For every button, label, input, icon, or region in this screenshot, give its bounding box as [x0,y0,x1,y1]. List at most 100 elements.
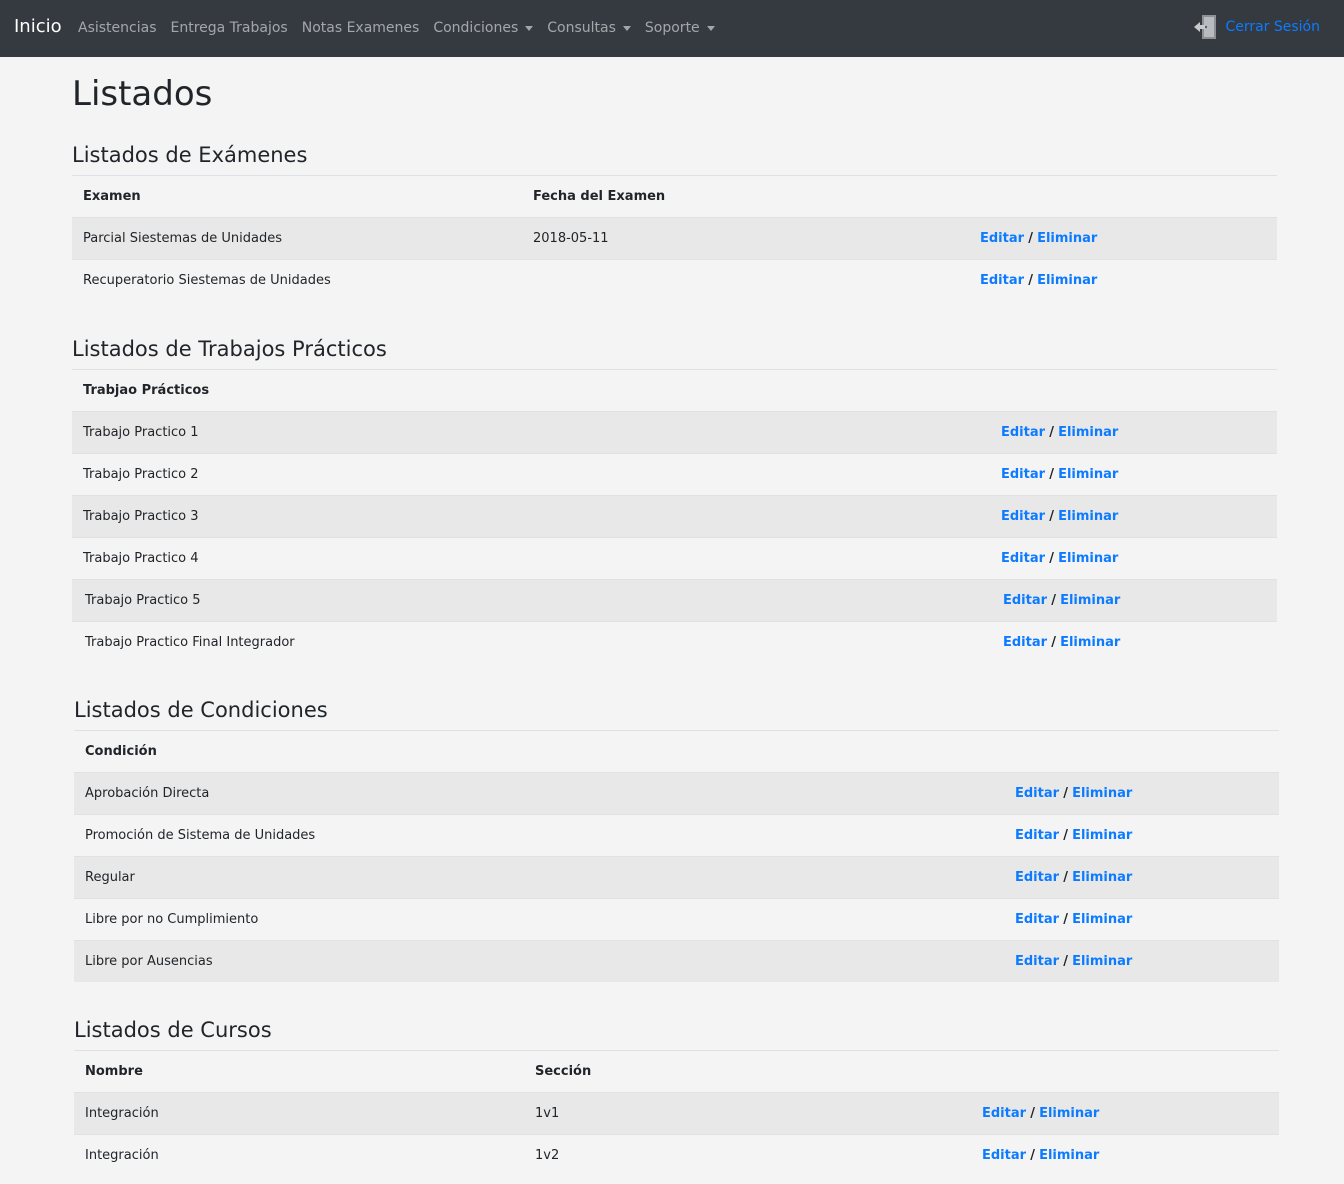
row-actions: Editar / Eliminar [982,1135,1099,1177]
edit-link[interactable]: Editar [1003,635,1047,650]
delete-link[interactable]: Eliminar [1039,1148,1099,1163]
actions-separator: / [1030,1106,1035,1121]
table-row: Libre por no Cumplimiento Editar / Elimi… [74,899,1279,941]
row-actions: Editar / Eliminar [1001,454,1118,496]
edit-link[interactable]: Editar [1003,593,1047,608]
edit-link[interactable]: Editar [1015,870,1059,885]
table-row: Trabajo Practico 3 Editar / Eliminar [72,496,1277,538]
section-title-trabajos: Listados de Trabajos Prácticos [72,337,387,361]
nav-dropdown-condiciones[interactable]: Condiciones [433,18,534,38]
table-condiciones: Condición Aprobación Directa Editar / El… [74,730,1279,982]
edit-link[interactable]: Editar [980,231,1024,246]
delete-link[interactable]: Eliminar [1058,425,1118,440]
delete-link[interactable]: Eliminar [1072,954,1132,969]
delete-link[interactable]: Eliminar [1039,1106,1099,1121]
edit-link[interactable]: Editar [1015,954,1059,969]
edit-link[interactable]: Editar [982,1148,1026,1163]
cell-trabajo: Trabajo Practico 1 [83,425,199,440]
delete-link[interactable]: Eliminar [1058,509,1118,524]
edit-link[interactable]: Editar [982,1106,1026,1121]
section-title-examenes: Listados de Exámenes [72,143,308,167]
column-header-nombre: Nombre [85,1064,143,1079]
edit-link[interactable]: Editar [1015,912,1059,927]
table-row: Trabajo Practico 1 Editar / Eliminar [72,412,1277,454]
actions-separator: / [1051,593,1056,608]
actions-separator: / [1049,425,1054,440]
delete-link[interactable]: Eliminar [1058,551,1118,566]
actions-separator: / [1028,231,1033,246]
row-actions: Editar / Eliminar [1001,412,1118,454]
delete-link[interactable]: Eliminar [1037,273,1097,288]
nav-dropdown-consultas[interactable]: Consultas [547,18,631,38]
edit-link[interactable]: Editar [1001,551,1045,566]
edit-link[interactable]: Editar [1015,786,1059,801]
edit-link[interactable]: Editar [1001,509,1045,524]
table-trabajos: Trabjao Prácticos Trabajo Practico 1 Edi… [72,369,1277,663]
cell-condicion: Libre por no Cumplimiento [85,912,259,927]
cell-trabajo: Trabajo Practico Final Integrador [85,635,295,650]
delete-link[interactable]: Eliminar [1058,467,1118,482]
cell-condicion: Aprobación Directa [85,786,210,801]
section-title-condiciones: Listados de Condiciones [74,698,328,722]
top-navbar: Inicio Asistencias Entrega Trabajos Nota… [0,0,1344,57]
cell-trabajo: Trabajo Practico 4 [83,551,199,566]
edit-link[interactable]: Editar [1015,828,1059,843]
table-row: Trabajo Practico Final Integrador Editar… [72,622,1277,663]
table-header-row: Examen Fecha del Examen [72,176,1277,218]
table-header-row: Condición [74,731,1279,773]
edit-link[interactable]: Editar [980,273,1024,288]
nav-item-label: Notas Examenes [301,20,420,36]
nav-item-asistencias[interactable]: Asistencias [78,18,157,38]
delete-link[interactable]: Eliminar [1072,912,1132,927]
logout-label: Cerrar Sesión [1225,19,1320,35]
actions-separator: / [1051,635,1056,650]
delete-link[interactable]: Eliminar [1072,870,1132,885]
cell-fecha: 2018-05-11 [533,231,609,246]
row-actions: Editar / Eliminar [980,260,1097,302]
table-header-row: Trabjao Prácticos [72,370,1277,412]
section-trabajos-practicos: Listados de Trabajos Prácticos Trabjao P… [72,335,1277,663]
delete-link[interactable]: Eliminar [1060,593,1120,608]
caret-down-icon [622,25,631,31]
table-row: Regular Editar / Eliminar [74,857,1279,899]
door-exit-icon [1194,15,1217,39]
nav-item-entrega-trabajos[interactable]: Entrega Trabajos [171,18,288,38]
delete-link[interactable]: Eliminar [1072,828,1132,843]
cell-condicion: Regular [85,870,135,885]
cell-trabajo: Trabajo Practico 3 [83,509,199,524]
nav-item-label: Entrega Trabajos [170,20,288,36]
table-row: Recuperatorio Siestemas de Unidades Edit… [72,260,1277,301]
actions-separator: / [1063,912,1068,927]
actions-separator: / [1049,467,1054,482]
nav-item-label: Consultas [547,20,616,36]
actions-separator: / [1063,954,1068,969]
table-row: Integración 1v2 Editar / Eliminar [74,1135,1279,1176]
nav-item-label: Asistencias [78,20,157,36]
cell-examen: Recuperatorio Siestemas de Unidades [83,273,331,288]
row-actions: Editar / Eliminar [1015,899,1132,941]
edit-link[interactable]: Editar [1001,425,1045,440]
table-row: Integración 1v1 Editar / Eliminar [74,1093,1279,1135]
delete-link[interactable]: Eliminar [1060,635,1120,650]
section-title-cursos: Listados de Cursos [74,1018,272,1042]
edit-link[interactable]: Editar [1001,467,1045,482]
nav-dropdown-soporte[interactable]: Soporte [645,18,715,38]
section-condiciones: Listados de Condiciones Condición Aproba… [74,696,1279,982]
table-row: Trabajo Practico 2 Editar / Eliminar [72,454,1277,496]
row-actions: Editar / Eliminar [980,218,1097,260]
delete-link[interactable]: Eliminar [1072,786,1132,801]
cell-curso-nombre: Integración [85,1148,159,1163]
table-cursos: Nombre Sección Integración 1v1 Editar / … [74,1050,1279,1176]
cell-condicion: Promoción de Sistema de Unidades [85,828,316,843]
section-examenes: Listados de Exámenes Examen Fecha del Ex… [72,141,1277,301]
brand-link-inicio[interactable]: Inicio [14,15,62,39]
caret-down-icon [706,25,715,31]
row-actions: Editar / Eliminar [1015,815,1132,857]
nav-item-notas-examenes[interactable]: Notas Examenes [302,18,420,38]
logout-link[interactable]: Cerrar Sesión [1193,13,1320,41]
table-row: Trabajo Practico 5 Editar / Eliminar [72,580,1277,622]
delete-link[interactable]: Eliminar [1037,231,1097,246]
cell-trabajo: Trabajo Practico 2 [83,467,199,482]
row-actions: Editar / Eliminar [982,1093,1099,1135]
row-actions: Editar / Eliminar [1015,941,1132,983]
